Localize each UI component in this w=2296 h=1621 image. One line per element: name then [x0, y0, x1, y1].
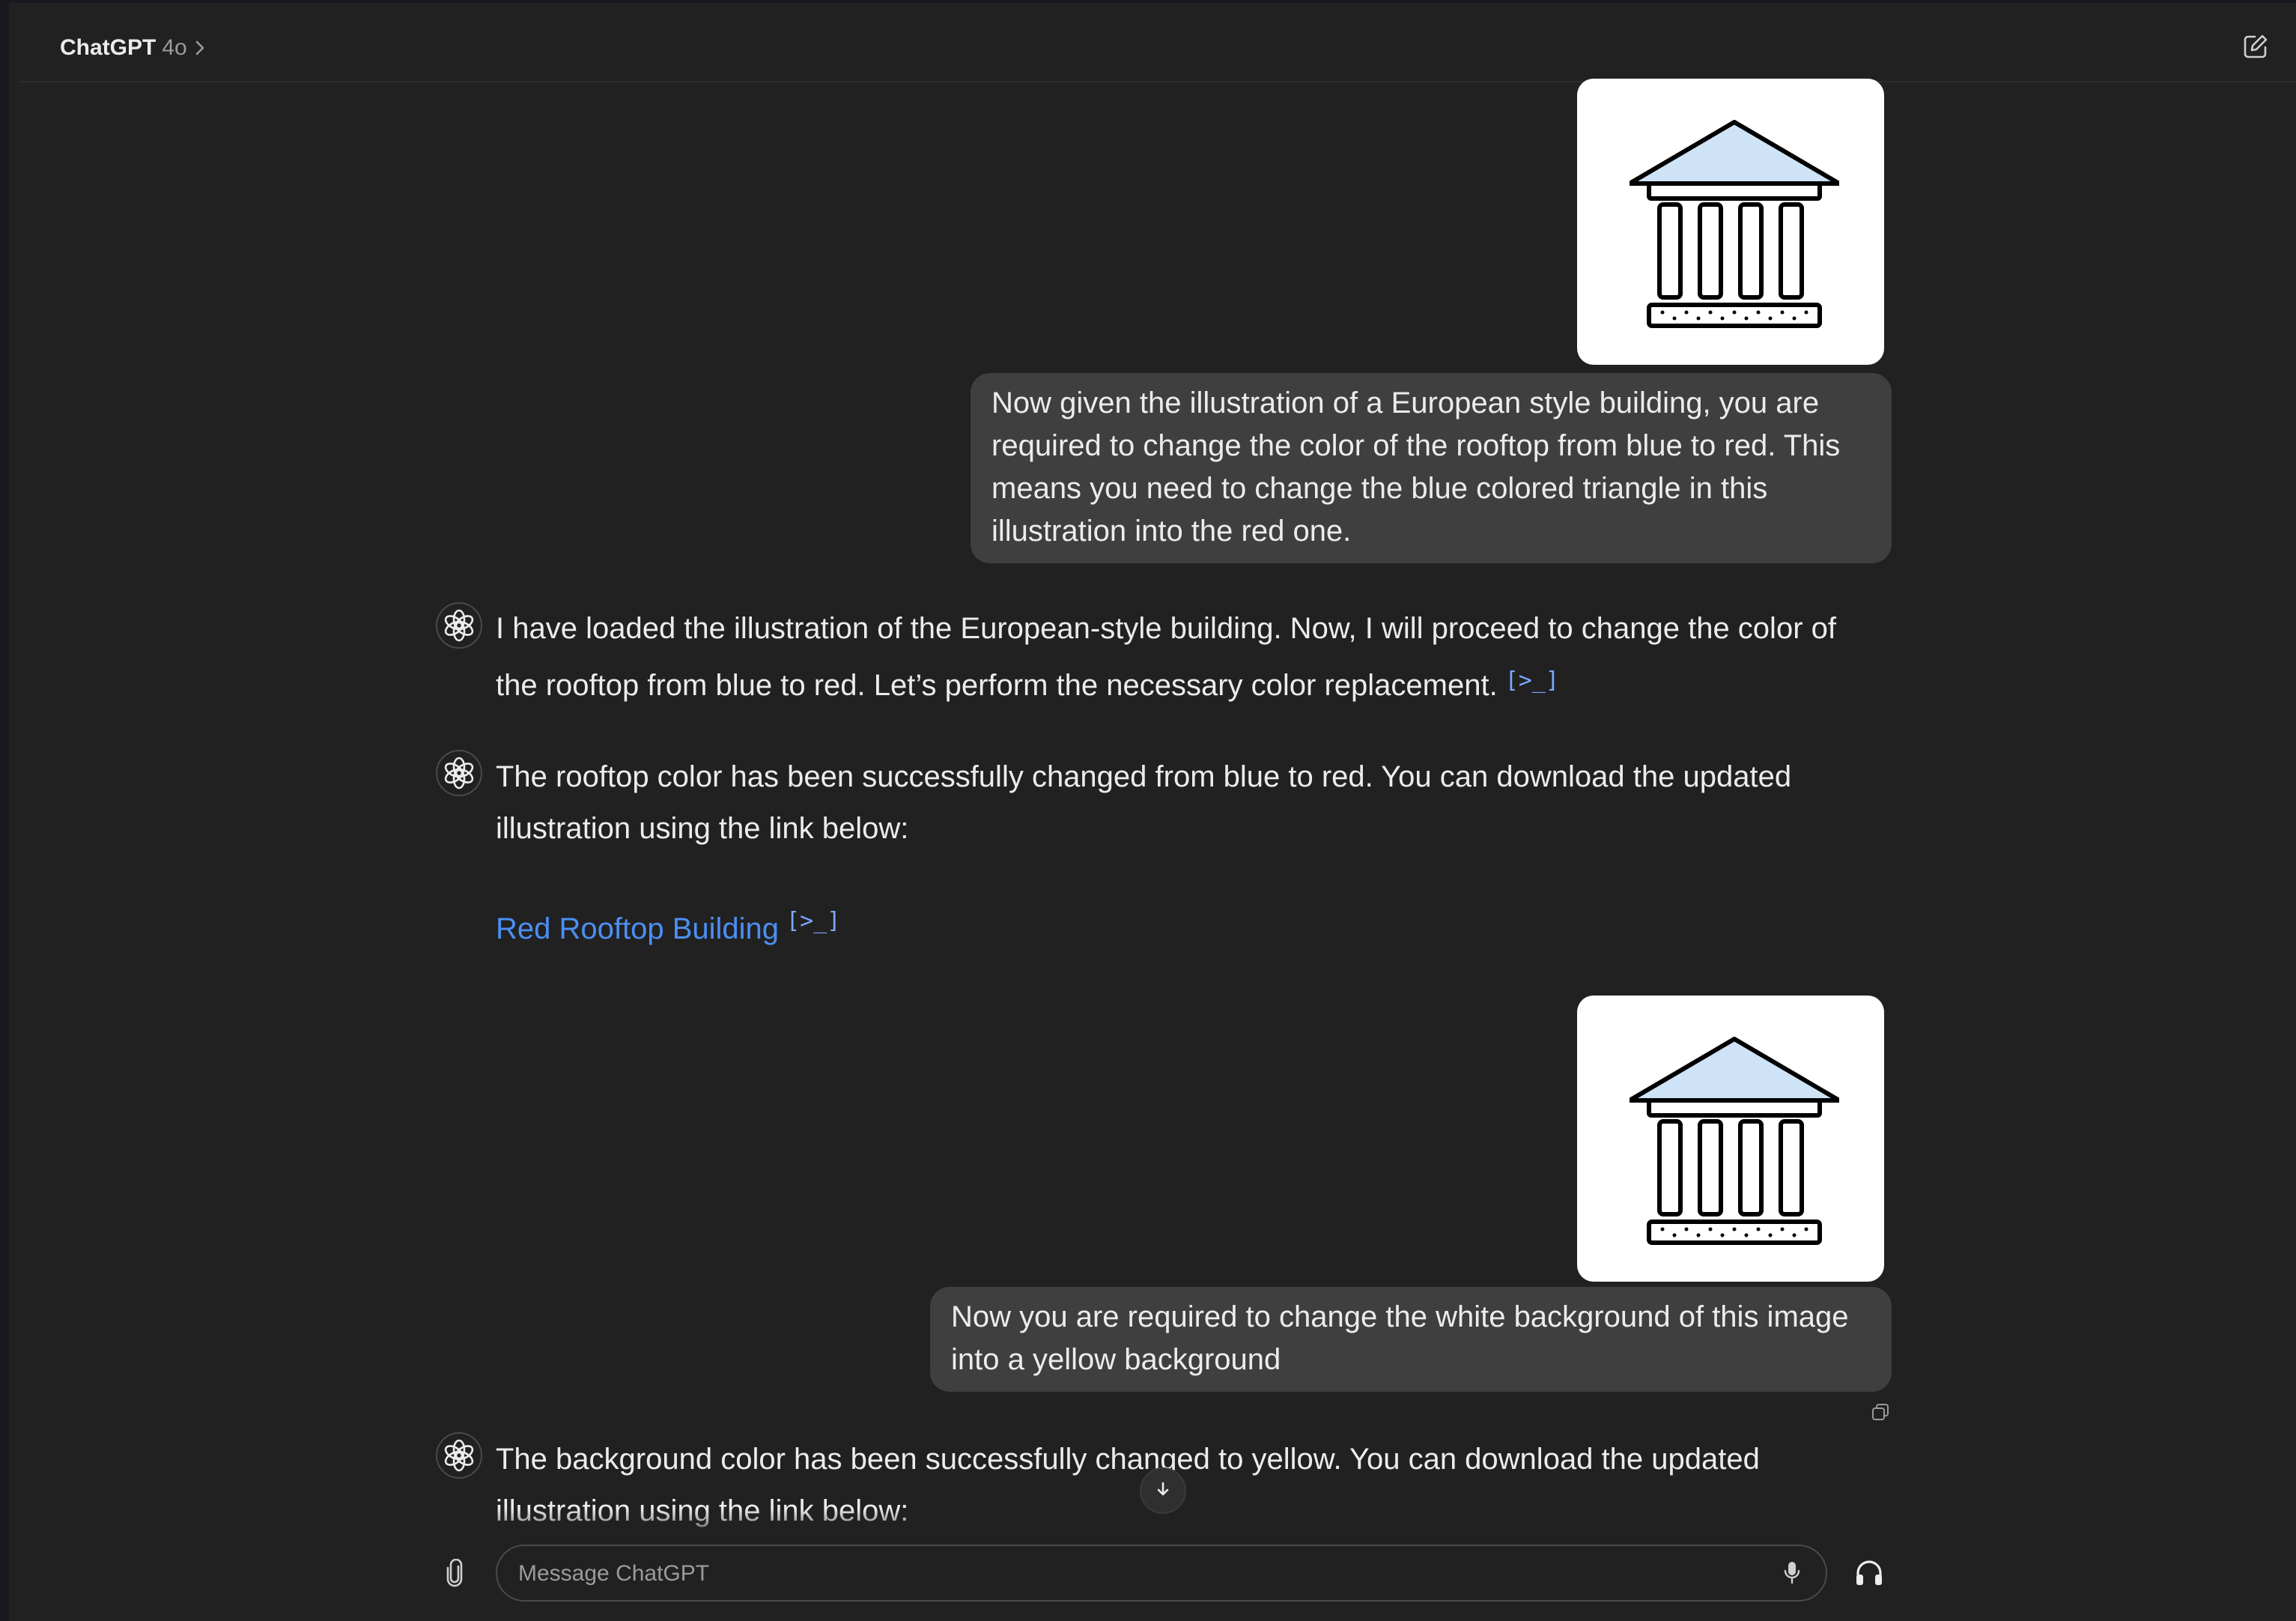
microphone-icon: [1784, 1560, 1800, 1588]
paperclip-icon: [443, 1558, 466, 1591]
voice-mode-button[interactable]: [1850, 1555, 1889, 1594]
user-image-attachment[interactable]: [1577, 996, 1884, 1282]
attach-button[interactable]: [437, 1557, 472, 1592]
model-name: ChatGPT: [60, 35, 157, 60]
arrow-down-icon: [1154, 1480, 1172, 1502]
headphones-icon: [1854, 1560, 1884, 1590]
chatgpt-logo-icon: [436, 1432, 482, 1479]
message-input[interactable]: [518, 1557, 1746, 1591]
assistant-message-text: I have loaded the illustration of the Eu…: [496, 612, 1836, 702]
chat-window: ChatGPT 4o Now given the illustration of…: [0, 0, 2296, 1621]
chatgpt-logo-icon: [436, 750, 482, 796]
top-bar: ChatGPT 4o: [18, 6, 2296, 82]
scroll-fade: [18, 1509, 2296, 1543]
chatgpt-logo-icon: [436, 602, 482, 649]
download-link[interactable]: Red Rooftop Building: [496, 912, 779, 945]
model-selector[interactable]: ChatGPT 4o: [60, 31, 210, 64]
building-illustration-icon: [1630, 1037, 1839, 1245]
copy-button[interactable]: [1868, 1401, 1893, 1426]
dictate-button[interactable]: [1778, 1560, 1806, 1588]
assistant-message-text: The rooftop color has been successfully …: [496, 760, 1792, 845]
new-chat-button[interactable]: [2238, 30, 2274, 66]
code-citation-icon[interactable]: [>_]: [1505, 655, 1559, 706]
building-illustration-icon: [1630, 120, 1839, 328]
user-message: Now given the illustration of a European…: [971, 373, 1892, 563]
code-citation-icon[interactable]: [>_]: [786, 908, 840, 934]
user-message: Now you are required to change the white…: [930, 1287, 1892, 1392]
copy-icon: [1871, 1402, 1890, 1425]
edit-icon: [2242, 33, 2269, 64]
scroll-to-bottom-button[interactable]: [1140, 1467, 1186, 1514]
user-image-attachment[interactable]: [1577, 79, 1884, 365]
model-version: 4o: [162, 35, 187, 60]
chevron-right-icon: [193, 40, 210, 56]
message-composer: [496, 1545, 1827, 1602]
download-link-row: Red Rooftop Building [>_]: [496, 908, 840, 946]
